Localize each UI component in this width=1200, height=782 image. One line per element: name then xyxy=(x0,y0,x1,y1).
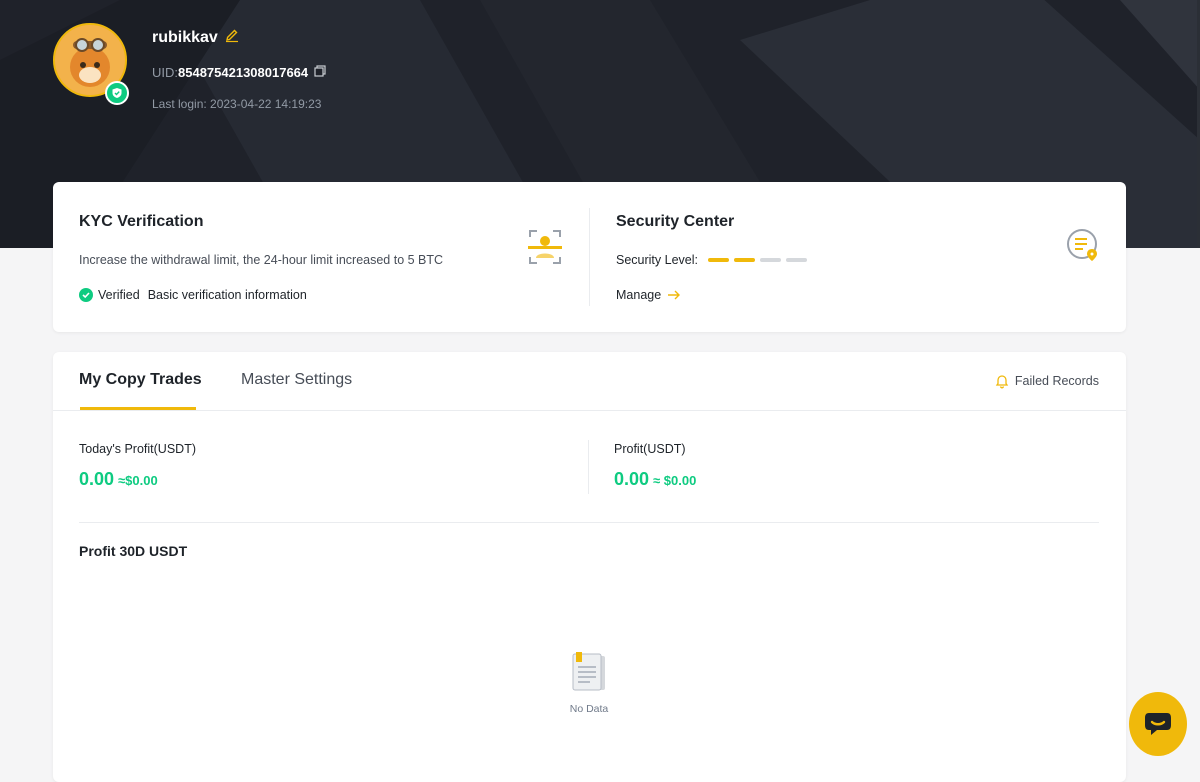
verified-badge xyxy=(105,81,129,105)
kyc-description: Increase the withdrawal limit, the 24-ho… xyxy=(79,253,444,267)
arrow-right-icon xyxy=(668,290,681,300)
profit-30d-title: Profit 30D USDT xyxy=(79,543,188,559)
edit-icon[interactable] xyxy=(224,27,240,48)
kyc-title: KYC Verification xyxy=(79,213,204,230)
support-chat-button[interactable] xyxy=(1129,692,1187,756)
shield-check-icon xyxy=(112,88,122,98)
tabs-divider xyxy=(53,410,1126,411)
kyc-status-detail: Basic verification information xyxy=(147,288,307,302)
tab-my-copy-trades[interactable]: My Copy Trades xyxy=(79,371,202,389)
uid-row: UID: 854875421308017664 xyxy=(152,65,326,80)
face-scan-icon xyxy=(528,228,562,271)
failed-records-label: Failed Records xyxy=(1014,374,1099,388)
todays-profit-usd: ≈$0.00 xyxy=(118,473,158,488)
username-row: rubikkav xyxy=(152,27,240,48)
manage-link[interactable]: Manage xyxy=(616,288,681,302)
todays-profit-value-row: 0.00 ≈$0.00 xyxy=(79,469,158,490)
profit-value: 0.00 xyxy=(614,469,650,489)
no-data-placeholder: No Data xyxy=(566,652,612,715)
section-divider xyxy=(79,522,1099,523)
username: rubikkav xyxy=(152,28,218,46)
kyc-status-row: Verified Basic verification information xyxy=(79,288,307,302)
security-level-segment xyxy=(759,258,781,262)
chat-icon xyxy=(1145,713,1171,735)
uid-label: UID: xyxy=(152,65,178,80)
security-title: Security Center xyxy=(616,213,735,230)
last-login: Last login: 2023-04-22 14:19:23 xyxy=(152,97,322,111)
security-level-segment xyxy=(707,258,729,262)
profit-value-row: 0.00 ≈ $0.00 xyxy=(614,469,696,490)
profit-usd: ≈ $0.00 xyxy=(653,473,697,488)
card-divider xyxy=(589,208,590,306)
security-level-meter xyxy=(707,258,807,262)
todays-profit-value: 0.00 xyxy=(79,469,115,489)
account-overview-card: KYC Verification Increase the withdrawal… xyxy=(53,182,1126,332)
stats-divider xyxy=(588,440,589,494)
check-circle-icon xyxy=(79,288,93,302)
security-level-segment xyxy=(785,258,807,262)
profit-label: Profit(USDT) xyxy=(614,442,686,456)
security-list-icon xyxy=(1066,228,1100,269)
security-level-segment xyxy=(733,258,755,262)
security-level-label: Security Level: xyxy=(616,253,698,267)
avatar[interactable] xyxy=(53,23,129,105)
bell-icon xyxy=(995,375,1009,389)
failed-records-link[interactable]: Failed Records xyxy=(994,373,1099,389)
security-level-row: Security Level: xyxy=(616,253,807,267)
tab-master-settings[interactable]: Master Settings xyxy=(241,371,352,389)
empty-document-icon xyxy=(572,652,605,691)
copy-trades-card: My Copy Trades Master Settings Failed Re… xyxy=(53,352,1126,782)
copy-icon[interactable] xyxy=(314,65,326,80)
manage-label: Manage xyxy=(616,288,662,302)
uid-value: 854875421308017664 xyxy=(178,65,309,80)
todays-profit-label: Today's Profit(USDT) xyxy=(79,442,196,456)
no-data-text: No Data xyxy=(569,703,609,715)
kyc-status: Verified xyxy=(98,288,140,302)
